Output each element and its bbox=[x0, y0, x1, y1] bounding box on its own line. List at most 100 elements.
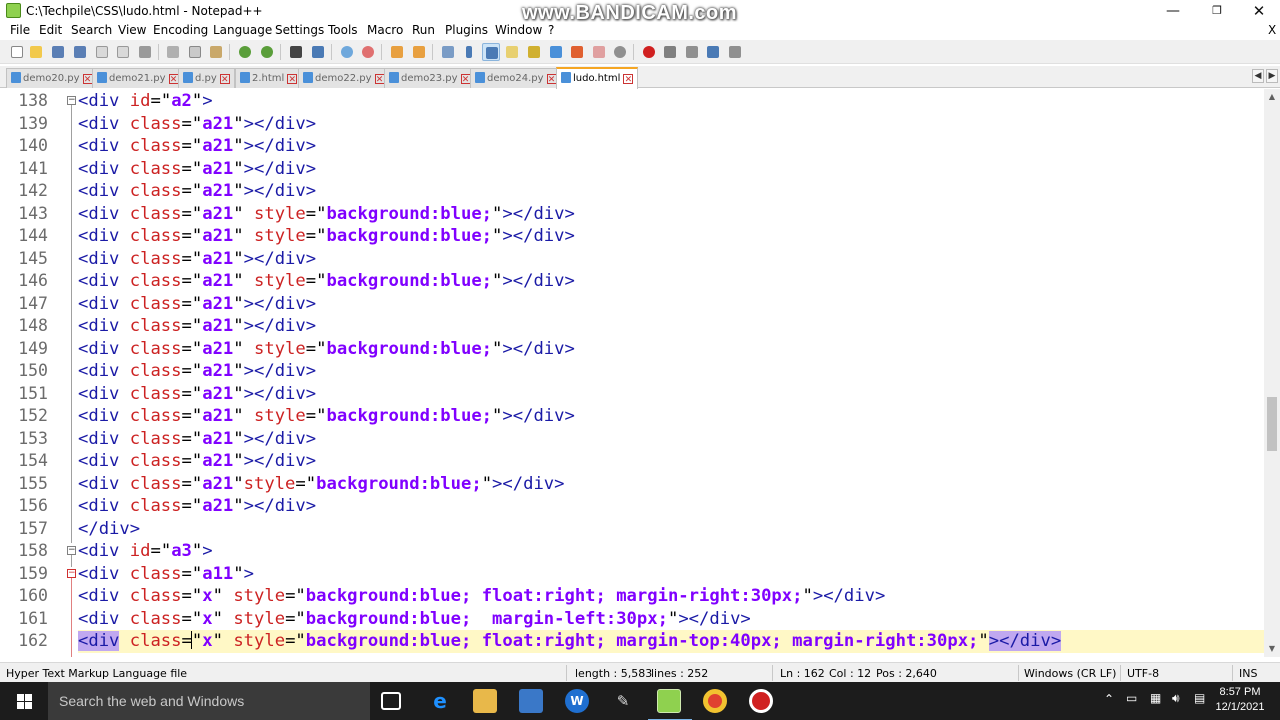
taskbar-search-box[interactable]: Search the web and Windows bbox=[48, 682, 370, 720]
cut-icon[interactable] bbox=[164, 43, 182, 61]
close-tab-icon[interactable]: ✕ bbox=[287, 74, 298, 85]
close-tab-icon[interactable]: ✕ bbox=[219, 74, 230, 85]
menu-file[interactable]: File bbox=[10, 23, 30, 37]
record-macro-icon[interactable] bbox=[640, 43, 658, 61]
word-wrap-icon[interactable] bbox=[439, 43, 457, 61]
system-clock[interactable]: 8:57 PM 12/1/2021 bbox=[1212, 685, 1268, 715]
zoom-out-icon[interactable] bbox=[359, 43, 377, 61]
save-icon[interactable] bbox=[49, 43, 67, 61]
menu-settings[interactable]: Settings bbox=[275, 23, 324, 37]
undo-icon[interactable] bbox=[236, 43, 254, 61]
tab-demo22[interactable]: demo22.py ✕ bbox=[298, 68, 390, 88]
fold-toggle-icon[interactable]: − bbox=[67, 546, 76, 555]
stop-recording-icon[interactable] bbox=[661, 43, 679, 61]
task-view-icon[interactable] bbox=[381, 692, 401, 710]
run-macro-multiple-icon[interactable] bbox=[704, 43, 722, 61]
tab-demo24[interactable]: demo24.py ✕ bbox=[470, 68, 562, 88]
maximize-button[interactable]: ❐ bbox=[1194, 0, 1240, 22]
tray-app-icon[interactable]: ▭ bbox=[1126, 691, 1137, 720]
code-line[interactable]: <div class="a21"></div> bbox=[78, 113, 1264, 136]
notepadpp-taskbar-icon[interactable] bbox=[648, 689, 692, 720]
code-line[interactable]: <div class="a21" style="background:blue;… bbox=[78, 203, 1264, 226]
paste-icon[interactable] bbox=[207, 43, 225, 61]
code-line[interactable]: <div class="a21"></div> bbox=[78, 135, 1264, 158]
show-all-characters-icon[interactable] bbox=[460, 43, 478, 61]
code-line[interactable]: <div id="a2"> bbox=[78, 90, 1264, 113]
tab-ludo-html[interactable]: ludo.html ✕ bbox=[556, 67, 639, 89]
store-icon[interactable] bbox=[519, 689, 543, 713]
tab-scroll-right-icon[interactable]: ▶ bbox=[1266, 69, 1278, 83]
vertical-scrollbar[interactable]: ▲ ▼ bbox=[1264, 89, 1280, 657]
tab-demo23[interactable]: demo23.py ✕ bbox=[384, 68, 476, 88]
code-editor[interactable]: 138 139 140 141 142 143 144 145 146 147 148 149 150 1… bbox=[0, 89, 1280, 657]
user-language-icon[interactable] bbox=[503, 43, 521, 61]
function-list-icon[interactable] bbox=[568, 43, 586, 61]
tray-chevron-icon[interactable]: ⌃ bbox=[1104, 692, 1114, 720]
playback-icon[interactable] bbox=[683, 43, 701, 61]
code-line[interactable]: <div class="a21" style="background:blue;… bbox=[78, 225, 1264, 248]
code-line[interactable]: <div class="x" style="background:blue; m… bbox=[78, 608, 1264, 631]
menu-search[interactable]: Search bbox=[71, 23, 112, 37]
close-all-icon[interactable] bbox=[114, 43, 132, 61]
current-code-line[interactable]: <div class="x" style="background:blue; f… bbox=[78, 630, 1264, 653]
code-line[interactable]: <div class="a21"></div> bbox=[78, 495, 1264, 518]
code-line[interactable]: <div class="a21"></div> bbox=[78, 248, 1264, 271]
save-macro-icon[interactable] bbox=[726, 43, 744, 61]
tab-d-py[interactable]: d.py ✕ bbox=[178, 68, 235, 88]
code-area[interactable]: <div id="a2"> <div class="a21"></div> <div… bbox=[78, 89, 1264, 657]
menu-language[interactable]: Language bbox=[213, 23, 272, 37]
code-line[interactable]: <div class="a11"> bbox=[78, 563, 1264, 586]
close-tab-icon[interactable]: ✕ bbox=[623, 74, 634, 85]
copy-icon[interactable] bbox=[186, 43, 204, 61]
scroll-down-icon[interactable]: ▼ bbox=[1264, 641, 1280, 657]
monitoring-icon[interactable] bbox=[611, 43, 629, 61]
doc-map-icon[interactable] bbox=[525, 43, 543, 61]
menu-window[interactable]: Window bbox=[495, 23, 542, 37]
close-button[interactable]: ✕ bbox=[1236, 0, 1280, 22]
new-file-icon[interactable] bbox=[8, 43, 26, 61]
menu-view[interactable]: View bbox=[118, 23, 146, 37]
close-document-button[interactable]: X bbox=[1268, 23, 1276, 37]
code-line[interactable]: <div class="a21"></div> bbox=[78, 428, 1264, 451]
menu-macro[interactable]: Macro bbox=[367, 23, 403, 37]
chrome-icon[interactable] bbox=[703, 689, 727, 713]
menu-edit[interactable]: Edit bbox=[39, 23, 62, 37]
menu-encoding[interactable]: Encoding bbox=[153, 23, 208, 37]
volume-icon[interactable]: 🔊︎ bbox=[1172, 691, 1180, 720]
code-line[interactable]: <div class="a21"></div> bbox=[78, 383, 1264, 406]
scroll-up-icon[interactable]: ▲ bbox=[1264, 89, 1280, 105]
document-list-icon[interactable] bbox=[547, 43, 565, 61]
code-line[interactable]: <div class="a21"></div> bbox=[78, 293, 1264, 316]
app-w-icon[interactable]: W bbox=[565, 689, 589, 713]
fold-toggle-icon[interactable]: − bbox=[67, 569, 76, 578]
code-line[interactable]: <div class="a21"></div> bbox=[78, 180, 1264, 203]
save-all-icon[interactable] bbox=[71, 43, 89, 61]
code-line[interactable]: <div class="x" style="background:blue; f… bbox=[78, 585, 1264, 608]
sync-horizontal-icon[interactable] bbox=[410, 43, 428, 61]
menu-help[interactable]: ? bbox=[548, 23, 554, 37]
code-line[interactable]: <div class="a21"></div> bbox=[78, 360, 1264, 383]
print-icon[interactable] bbox=[136, 43, 154, 61]
code-line[interactable]: </div> bbox=[78, 518, 1264, 541]
code-line[interactable]: <div class="a21"></div> bbox=[78, 450, 1264, 473]
menu-run[interactable]: Run bbox=[412, 23, 435, 37]
code-line[interactable]: <div class="a21"></div> bbox=[78, 315, 1264, 338]
bandicam-icon[interactable] bbox=[749, 689, 773, 713]
edge-icon[interactable]: e bbox=[428, 689, 452, 713]
start-button[interactable] bbox=[0, 682, 48, 720]
indent-guide-icon[interactable] bbox=[482, 43, 500, 61]
network-icon[interactable]: ▦ bbox=[1150, 691, 1161, 720]
tab-demo20[interactable]: demo20.py ✕ bbox=[6, 68, 98, 88]
tab-demo21[interactable]: demo21.py ✕ bbox=[92, 68, 184, 88]
tab-scroll-left-icon[interactable]: ◀ bbox=[1252, 69, 1264, 83]
replace-icon[interactable] bbox=[309, 43, 327, 61]
folder-workspace-icon[interactable] bbox=[590, 43, 608, 61]
menu-plugins[interactable]: Plugins bbox=[445, 23, 488, 37]
code-line[interactable]: <div id="a3"> bbox=[78, 540, 1264, 563]
pen-icon[interactable]: ✎ bbox=[611, 689, 635, 713]
fold-toggle-icon[interactable]: − bbox=[67, 96, 76, 105]
notifications-icon[interactable]: ▤ bbox=[1194, 691, 1205, 720]
zoom-in-icon[interactable] bbox=[338, 43, 356, 61]
scrollbar-thumb[interactable] bbox=[1267, 397, 1277, 451]
tab-2-html[interactable]: 2.html ✕ bbox=[235, 68, 303, 88]
